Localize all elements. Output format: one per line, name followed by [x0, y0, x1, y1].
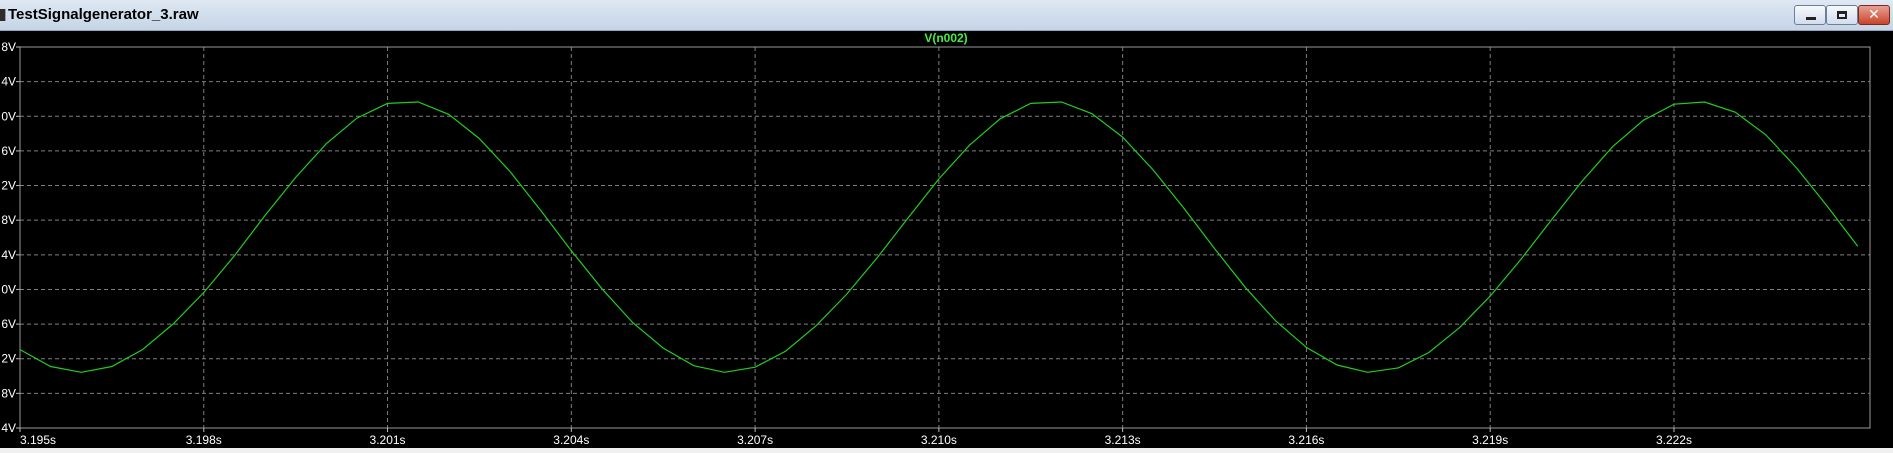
x-tick-label: 3.201s — [370, 433, 406, 447]
y-tick-label: 0V — [1, 282, 16, 296]
x-tick-label: 3.219s — [1472, 433, 1508, 447]
close-icon: ✕ — [1868, 7, 1880, 23]
waveform-plot[interactable]: 8V 4V 0V 6V 2V 8V 4V 0V 6V 2V 8V 4V 3.195s 3.198s 3.2… — [0, 31, 1893, 448]
x-tick-label: 3.195s — [20, 433, 56, 447]
y-tick-label: 6V — [1, 144, 16, 158]
y-tick-label: 8V — [1, 386, 16, 400]
x-tick-label: 3.204s — [553, 433, 589, 447]
minimize-icon — [1806, 17, 1816, 20]
y-tick-label: 4V — [1, 248, 16, 262]
app-icon — [0, 9, 6, 21]
plot-area[interactable]: 8V 4V 0V 6V 2V 8V 4V 0V 6V 2V 8V 4V 3.195s 3.198s 3.2… — [0, 31, 1893, 448]
close-button[interactable]: ✕ — [1858, 5, 1890, 25]
y-tick-label: 0V — [1, 109, 16, 123]
x-tick-label: 3.210s — [921, 433, 957, 447]
x-tick-label: 3.222s — [1656, 433, 1692, 447]
x-tick-label: 3.198s — [186, 433, 222, 447]
y-tick-label: 2V — [1, 179, 16, 193]
x-tick-label: 3.207s — [737, 433, 773, 447]
x-tick-label: 3.216s — [1288, 433, 1324, 447]
y-tick-label: 8V — [1, 213, 16, 227]
y-tick-label: 4V — [1, 421, 16, 435]
minimize-button[interactable] — [1794, 5, 1826, 25]
y-tick-label: 6V — [1, 317, 16, 331]
x-tick-label: 3.213s — [1105, 433, 1141, 447]
y-tick-label: 4V — [1, 75, 16, 89]
maximize-icon — [1837, 11, 1847, 19]
y-tick-label: 8V — [1, 40, 16, 54]
plot-background — [0, 31, 1893, 448]
window-title: TestSignalgenerator_3.raw — [8, 6, 199, 23]
waveform-viewer-window: TestSignalgenerator_3.raw ✕ 8V 4V 0V 6V 2V 8V… — [0, 0, 1893, 448]
y-tick-label: 2V — [1, 352, 16, 366]
title-bar[interactable]: TestSignalgenerator_3.raw ✕ — [0, 0, 1893, 31]
trace-title[interactable]: V(n002) — [924, 31, 967, 45]
maximize-button[interactable] — [1826, 5, 1858, 25]
